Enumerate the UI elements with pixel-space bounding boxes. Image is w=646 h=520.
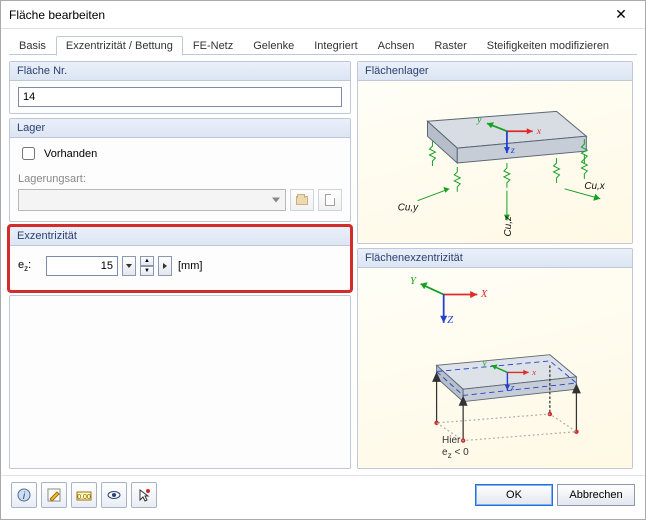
- ok-button[interactable]: OK: [475, 484, 553, 506]
- ez-spinner[interactable]: ▲ ▼: [140, 256, 154, 276]
- close-button[interactable]: ✕: [603, 4, 639, 26]
- tab-strip: Basis Exzentrizität / Bettung FE-Netz Ge…: [1, 29, 645, 55]
- tab-achsen[interactable]: Achsen: [368, 36, 425, 55]
- lagerungsart-combo[interactable]: [18, 189, 286, 211]
- diagram-support-canvas: x y z: [358, 81, 632, 243]
- surface-number-input[interactable]: [18, 87, 342, 107]
- tab-basis[interactable]: Basis: [9, 36, 56, 55]
- left-column: Fläche Nr. Lager Vorhanden Lagerungsart:: [9, 61, 351, 469]
- svg-text:y: y: [482, 357, 487, 367]
- cursor-icon: [137, 488, 151, 502]
- pick-button[interactable]: [131, 482, 157, 508]
- group-header-lager: Lager: [10, 119, 350, 138]
- svg-text:Cu,x: Cu,x: [584, 181, 605, 192]
- svg-text:Cu,z: Cu,z: [503, 216, 514, 236]
- svg-text:y: y: [476, 114, 482, 125]
- close-icon: ✕: [615, 6, 627, 23]
- lagerungsart-label: Lagerungsart:: [18, 173, 342, 185]
- lager-vorhanden-checkbox[interactable]: [22, 147, 35, 160]
- group-diagram-ecc: Flächenexzentrizität X Y Z: [357, 248, 633, 469]
- show-button[interactable]: [101, 482, 127, 508]
- units-icon: 0.00: [76, 488, 92, 502]
- tab-exzentrizitat-bettung[interactable]: Exzentrizität / Bettung: [56, 36, 183, 56]
- group-header-diagram-ecc: Flächenexzentrizität: [358, 249, 632, 268]
- diagram-ecc-canvas: X Y Z: [358, 268, 632, 468]
- eye-icon: [106, 488, 122, 502]
- group-surface-number: Fläche Nr.: [9, 61, 351, 114]
- tab-raster[interactable]: Raster: [424, 36, 476, 55]
- content-area: Fläche Nr. Lager Vorhanden Lagerungsart:: [1, 55, 645, 475]
- svg-text:z: z: [510, 145, 515, 156]
- svg-text:Y: Y: [410, 276, 417, 287]
- group-header-surface-nr: Fläche Nr.: [10, 62, 350, 81]
- footer: i 0.00 OK Abbrechen: [1, 475, 645, 513]
- svg-text:Cu,y: Cu,y: [398, 203, 419, 214]
- lager-vorhanden-label: Vorhanden: [44, 148, 97, 160]
- edit-button[interactable]: [41, 482, 67, 508]
- help-button[interactable]: i: [11, 482, 37, 508]
- help-icon: i: [17, 488, 31, 502]
- cancel-button[interactable]: Abbrechen: [557, 484, 635, 506]
- tab-steifigkeiten[interactable]: Steifigkeiten modifizieren: [477, 36, 619, 55]
- svg-text:x: x: [531, 367, 536, 377]
- ez-unit-label: [mm]: [178, 260, 202, 272]
- folder-icon: [296, 196, 308, 205]
- window-title: Fläche bearbeiten: [9, 8, 105, 22]
- document-icon: [325, 194, 335, 206]
- right-column: Flächenlager x y: [357, 61, 633, 469]
- group-diagram-support: Flächenlager x y: [357, 61, 633, 244]
- lager-new-button[interactable]: [318, 189, 342, 211]
- svg-text:Z: Z: [447, 315, 453, 326]
- spinner-down-icon: ▼: [140, 266, 154, 276]
- group-header-diagram-support: Flächenlager: [358, 62, 632, 81]
- ez-step-button[interactable]: [158, 256, 172, 276]
- spinner-up-icon: ▲: [140, 256, 154, 266]
- svg-text:X: X: [480, 289, 488, 300]
- ez-label: ez:: [18, 259, 42, 273]
- ez-value-input[interactable]: [46, 256, 118, 276]
- svg-text:0.00: 0.00: [77, 494, 91, 501]
- units-button[interactable]: 0.00: [71, 482, 97, 508]
- ecc-diagram-svg: X Y Z: [358, 268, 632, 468]
- empty-panel: [9, 295, 351, 469]
- group-lager: Lager Vorhanden Lagerungsart:: [9, 118, 351, 222]
- lager-library-button[interactable]: [290, 189, 314, 211]
- group-exzentrizitat: Exzentrizität ez: ▲ ▼ [mm]: [9, 226, 351, 291]
- svg-text:z: z: [510, 382, 515, 392]
- tab-integriert[interactable]: Integriert: [304, 36, 367, 55]
- chevron-down-icon: [126, 263, 132, 269]
- support-diagram-svg: x y z: [358, 81, 632, 243]
- ez-dropdown-button[interactable]: [122, 256, 136, 276]
- group-header-exzentrizitat: Exzentrizität: [10, 227, 350, 246]
- title-bar: Fläche bearbeiten ✕: [1, 1, 645, 29]
- ecc-note: Hier ez < 0: [442, 435, 469, 460]
- tab-fe-netz[interactable]: FE-Netz: [183, 36, 243, 55]
- tab-gelenke[interactable]: Gelenke: [243, 36, 304, 55]
- chevron-right-icon: [162, 263, 168, 269]
- svg-text:x: x: [536, 126, 542, 137]
- pencil-icon: [47, 488, 61, 502]
